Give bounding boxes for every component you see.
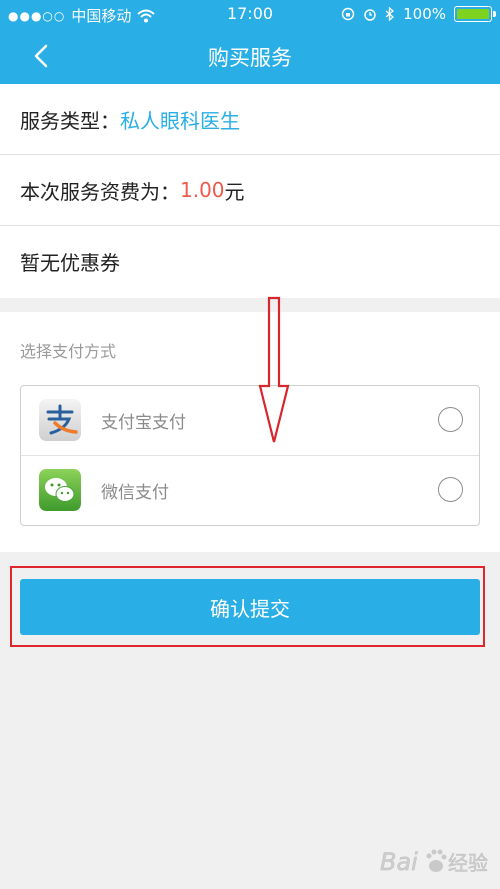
rotation-lock-icon bbox=[341, 7, 355, 21]
service-fee-amount: 1.00 bbox=[180, 178, 225, 202]
battery-icon bbox=[454, 6, 496, 22]
wechat-radio[interactable] bbox=[438, 477, 463, 502]
svg-text:Bai: Bai bbox=[380, 848, 418, 876]
service-fee-label: 本次服务资费为： bbox=[20, 179, 180, 204]
service-type-label: 服务类型： bbox=[20, 108, 120, 133]
annotation-highlight-frame bbox=[10, 566, 485, 647]
service-fee-row: 本次服务资费为： 1.00 元 bbox=[0, 155, 500, 226]
page-title: 购买服务 bbox=[208, 46, 292, 70]
alipay-label: 支付宝支付 bbox=[101, 413, 186, 433]
battery-percent: 100% bbox=[403, 5, 446, 23]
service-type-value: 私人眼科医生 bbox=[120, 108, 240, 133]
payment-option-alipay[interactable]: 支付宝支付 bbox=[21, 386, 479, 456]
coupon-text: 暂无优惠券 bbox=[20, 250, 120, 275]
coupon-row[interactable]: 暂无优惠券 bbox=[0, 226, 500, 296]
alipay-icon bbox=[39, 399, 81, 441]
svg-text:经验: 经验 bbox=[448, 851, 488, 875]
alipay-radio[interactable] bbox=[438, 407, 463, 432]
bluetooth-icon bbox=[385, 6, 395, 21]
payment-option-wechat[interactable]: 微信支付 bbox=[21, 456, 479, 525]
annotation-arrow-icon bbox=[258, 296, 290, 443]
wechat-icon bbox=[39, 469, 81, 511]
battery-fill bbox=[457, 9, 489, 19]
status-bar: ●●●○○ 中国移动 17:00 100% bbox=[0, 0, 500, 28]
service-info: 服务类型： 私人眼科医生 本次服务资费为： 1.00 元 暂无优惠券 bbox=[0, 84, 500, 298]
nav-bar: 购买服务 bbox=[0, 28, 500, 84]
status-right: 100% bbox=[341, 5, 496, 23]
service-type-row: 服务类型： 私人眼科医生 bbox=[0, 84, 500, 155]
payment-caption: 选择支付方式 bbox=[20, 342, 117, 361]
baidu-watermark-logo: Bai 经验 bbox=[380, 848, 489, 877]
payment-options: 支付宝支付 微信支付 bbox=[20, 385, 480, 526]
service-fee-unit: 元 bbox=[224, 179, 245, 204]
wechat-label: 微信支付 bbox=[101, 483, 169, 503]
alarm-icon bbox=[364, 9, 376, 21]
payment-section: 选择支付方式 支付宝支付 微信支付 bbox=[0, 312, 500, 552]
